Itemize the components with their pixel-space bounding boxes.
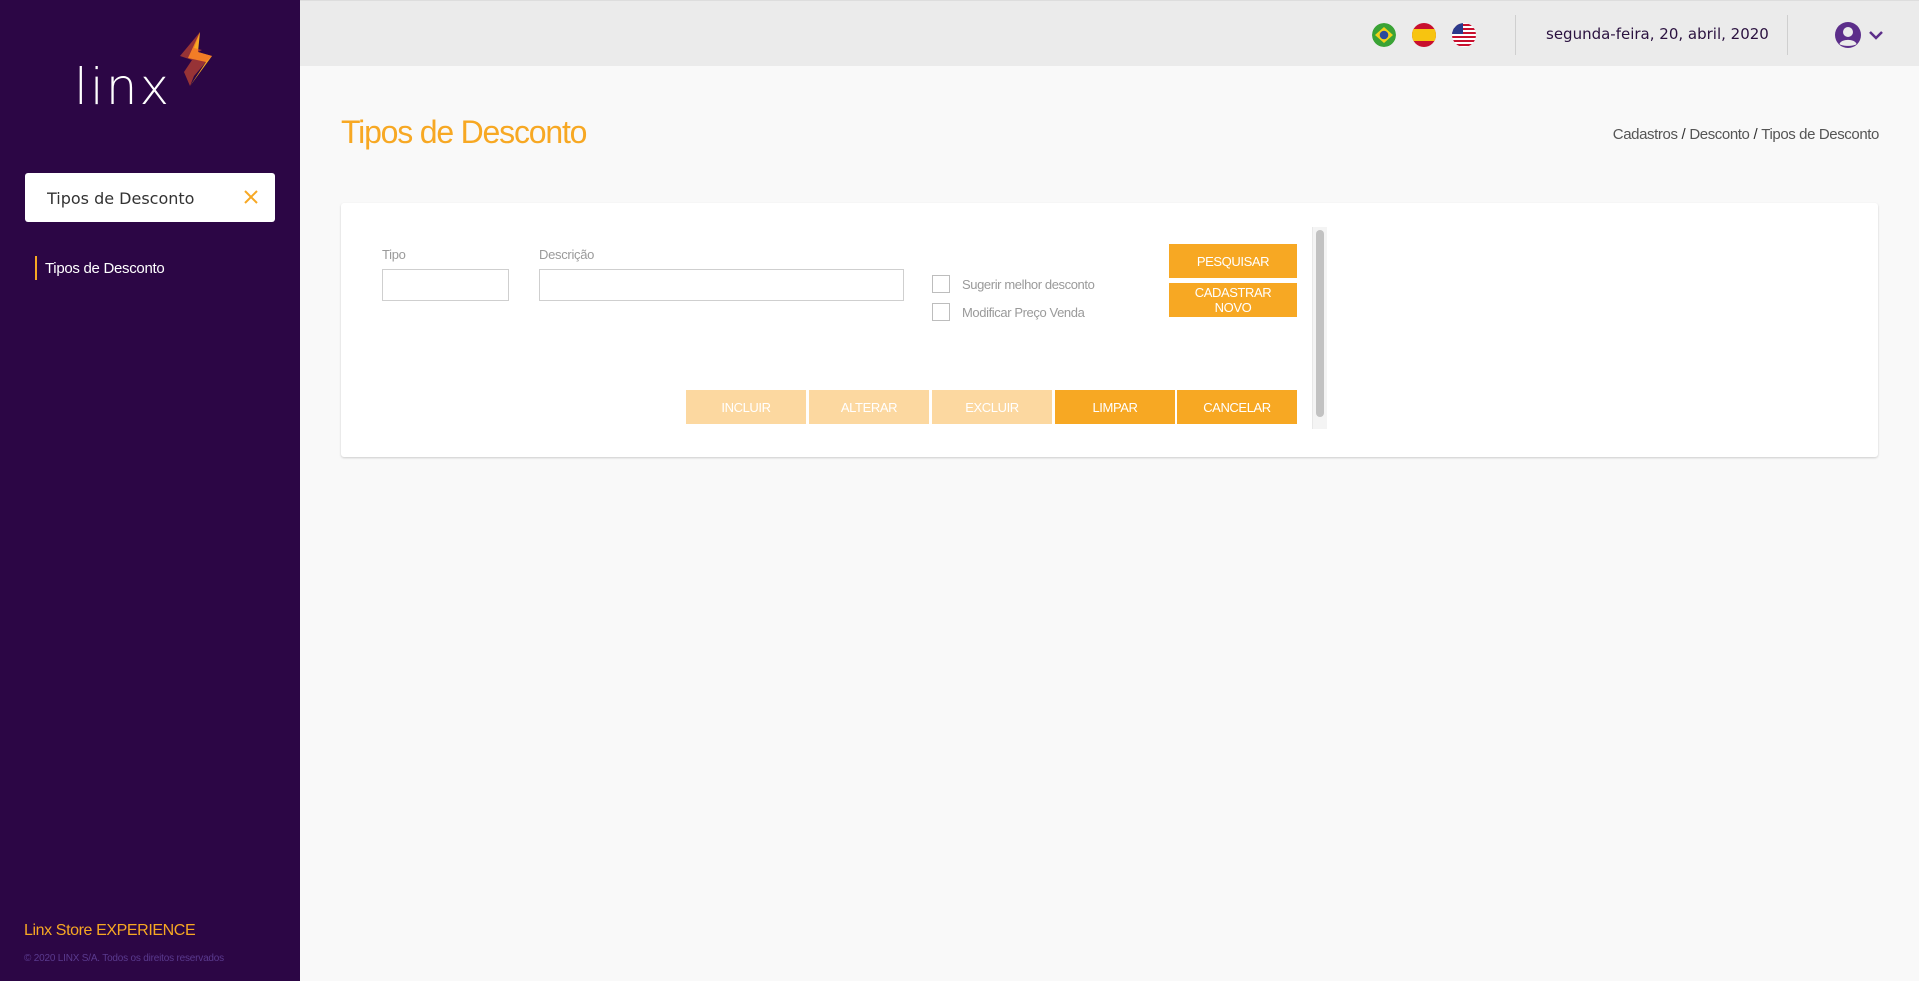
menu-active-indicator bbox=[35, 256, 37, 280]
brazil-flag-icon[interactable] bbox=[1372, 23, 1396, 47]
excluir-button[interactable]: EXCLUIR bbox=[932, 390, 1052, 424]
checkbox-box[interactable] bbox=[932, 275, 950, 293]
form-card: Tipo Descrição Sugerir melhor desconto M… bbox=[341, 203, 1878, 457]
descricao-label: Descrição bbox=[539, 247, 595, 262]
user-circle-icon bbox=[1835, 22, 1861, 48]
limpar-button[interactable]: LIMPAR bbox=[1055, 390, 1175, 424]
incluir-button[interactable]: INCLUIR bbox=[686, 390, 806, 424]
logo-text: linx bbox=[74, 58, 172, 116]
checkbox-box[interactable] bbox=[932, 303, 950, 321]
sidebar: linx Tipos de Desconto Linx Store EXPERI… bbox=[0, 0, 300, 981]
current-date: segunda-feira, 20, abril, 2020 bbox=[1546, 25, 1769, 43]
logo-bolt-icon bbox=[180, 32, 212, 86]
descricao-input[interactable] bbox=[539, 269, 904, 301]
breadcrumb: Cadastros / Desconto / Tipos de Desconto bbox=[1613, 126, 1880, 143]
header-divider bbox=[1787, 15, 1788, 55]
sugerir-melhor-desconto-checkbox[interactable]: Sugerir melhor desconto bbox=[932, 275, 1095, 293]
page-title: Tipos de Desconto bbox=[341, 114, 587, 150]
top-bar: segunda-feira, 20, abril, 2020 bbox=[300, 0, 1919, 66]
chevron-down-icon bbox=[1869, 31, 1883, 40]
menu-search-box bbox=[25, 173, 275, 224]
tipo-label: Tipo bbox=[382, 247, 406, 262]
spain-flag-icon[interactable] bbox=[1412, 23, 1436, 47]
breadcrumb-separator: / bbox=[1753, 126, 1758, 143]
breadcrumb-separator: / bbox=[1681, 126, 1686, 143]
footer-brand: Linx Store EXPERIENCE bbox=[24, 922, 196, 939]
close-icon[interactable] bbox=[242, 188, 260, 206]
menu-search-input[interactable] bbox=[45, 173, 234, 224]
form-scrollbar[interactable] bbox=[1312, 227, 1327, 429]
pesquisar-button[interactable]: PESQUISAR bbox=[1169, 244, 1297, 278]
linx-logo[interactable]: linx bbox=[74, 32, 234, 124]
scrollbar-thumb[interactable] bbox=[1316, 230, 1324, 417]
breadcrumb-item[interactable]: Cadastros bbox=[1613, 126, 1678, 143]
modificar-preco-venda-checkbox[interactable]: Modificar Preço Venda bbox=[932, 303, 1085, 321]
user-menu[interactable] bbox=[1834, 21, 1884, 49]
alterar-button[interactable]: ALTERAR bbox=[809, 390, 929, 424]
checkbox-label: Sugerir melhor desconto bbox=[962, 276, 1095, 292]
checkbox-label: Modificar Preço Venda bbox=[962, 304, 1085, 320]
sidebar-item-tipos-de-desconto[interactable]: Tipos de Desconto bbox=[35, 256, 165, 280]
sidebar-item-label: Tipos de Desconto bbox=[45, 259, 165, 277]
header-divider bbox=[1515, 15, 1516, 55]
breadcrumb-item[interactable]: Desconto bbox=[1689, 126, 1750, 143]
breadcrumb-item-current: Tipos de Desconto bbox=[1761, 126, 1879, 143]
footer-copyright: © 2020 LINX S/A. Todos os direitos reser… bbox=[24, 953, 224, 964]
cancelar-button[interactable]: CANCELAR bbox=[1177, 390, 1297, 424]
usa-flag-icon[interactable] bbox=[1452, 23, 1476, 47]
cadastrar-novo-button[interactable]: CADASTRAR NOVO bbox=[1169, 283, 1297, 317]
tipo-input[interactable] bbox=[382, 269, 509, 301]
